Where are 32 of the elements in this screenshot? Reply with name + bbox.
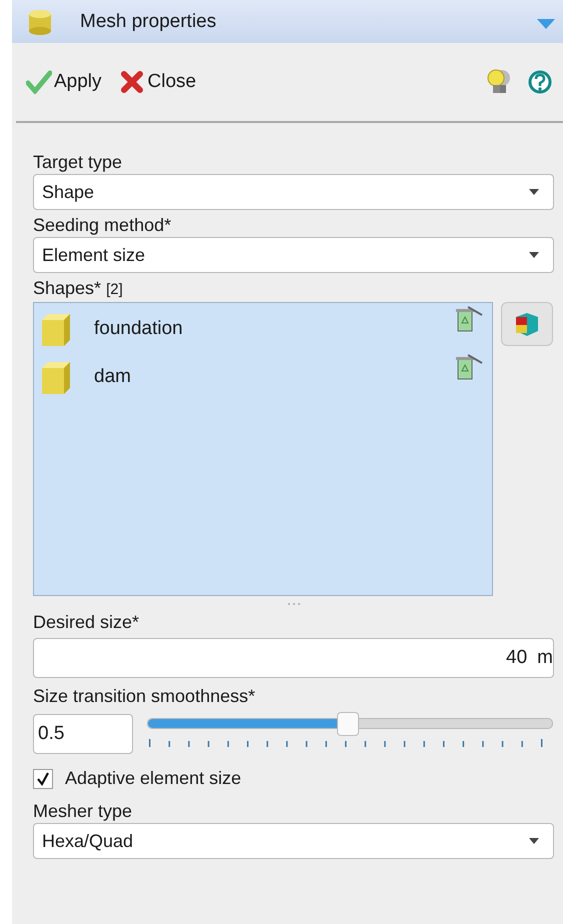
field-label: Seeding method* <box>33 214 172 237</box>
checkbox[interactable] <box>33 768 53 788</box>
input-field[interactable]: 0.5 <box>33 714 133 754</box>
help-icon[interactable] <box>527 69 553 95</box>
apply-button[interactable]: Apply <box>26 70 102 94</box>
field-label: Size transition smoothness* <box>33 685 256 708</box>
checkbox-label: Adaptive element size <box>65 768 242 789</box>
lightbulb-icon[interactable] <box>485 68 513 96</box>
list-item[interactable]: foundation <box>94 318 454 340</box>
dropdown[interactable]: Element size <box>33 237 554 273</box>
list-item[interactable]: dam <box>94 366 454 388</box>
field-label: Shapes* [2] <box>33 277 124 300</box>
field-label: Mesher type <box>33 800 134 823</box>
input-field[interactable]: 40 m <box>33 638 554 678</box>
caret-icon <box>529 189 539 195</box>
collapse-icon[interactable] <box>537 18 555 28</box>
cross-icon <box>120 70 146 94</box>
colored-cube-icon <box>513 310 541 338</box>
dropdown[interactable]: Shape <box>33 174 554 210</box>
close-button[interactable]: Close <box>120 70 196 94</box>
cylinder-icon <box>26 8 54 36</box>
caret-icon <box>529 838 539 844</box>
resize-handle-icon <box>286 602 300 606</box>
panel-title: Mesh properties <box>80 10 218 32</box>
slider-thumb[interactable] <box>337 712 359 736</box>
check-icon <box>36 772 50 786</box>
caret-icon <box>529 252 539 258</box>
field-label: Target type <box>33 151 124 174</box>
field-label: Desired size* <box>33 611 140 634</box>
check-icon <box>26 70 52 94</box>
dropdown[interactable]: Hexa/Quad <box>33 823 554 859</box>
select-button[interactable] <box>501 302 553 346</box>
